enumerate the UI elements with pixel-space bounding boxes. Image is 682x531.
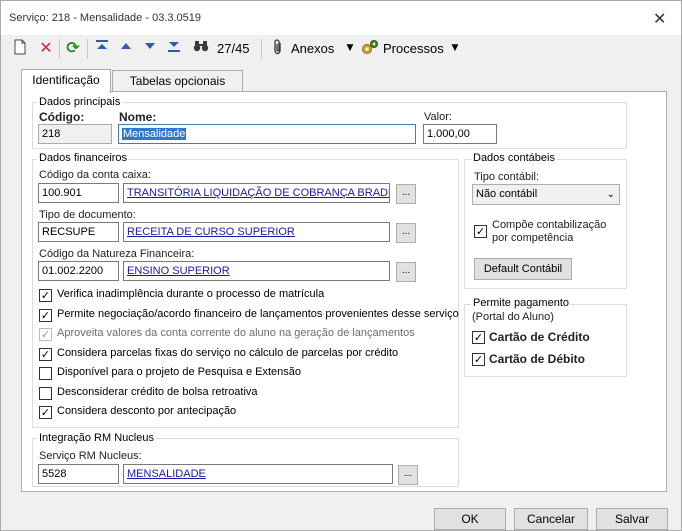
cartao-debito-label: Cartão de Débito [489, 352, 586, 366]
servico-nucleus-label: Serviço RM Nucleus: [39, 450, 142, 462]
check-icon: ✓ [40, 289, 51, 302]
option-checkbox[interactable]: ✓ [39, 289, 52, 302]
permite-pagamento-title: Permite pagamento [471, 297, 571, 309]
codigo-field[interactable]: 218 [38, 124, 112, 144]
option-checkbox[interactable]: ✓ [39, 309, 52, 322]
tipo-doc-desc-field[interactable]: RECEITA DE CURSO SUPERIOR [123, 222, 390, 242]
integracao-title: Integração RM Nucleus [37, 432, 156, 444]
cartao-debito-checkbox[interactable]: ✓ [472, 353, 485, 366]
first-record-icon[interactable] [93, 39, 111, 57]
save-button[interactable]: Salvar [596, 508, 668, 530]
compoe-checkbox[interactable]: ✓ [474, 225, 487, 238]
option-checkbox: ✓ [39, 328, 52, 341]
dados-contabeis-title: Dados contábeis [471, 152, 557, 164]
toolbar-separator [261, 39, 262, 59]
binoculars-icon[interactable] [192, 39, 210, 57]
check-icon: ✓ [40, 406, 51, 419]
title-bar: Serviço: 218 - Mensalidade - 03.3.0519 ✕ [1, 1, 681, 35]
permite-pagamento-subtitle: (Portal do Aluno) [472, 311, 554, 323]
nome-value: Mensalidade [122, 128, 187, 140]
conta-caixa-desc-field[interactable]: TRANSITÓRIA LIQUIDAÇÃO DE COBRANÇA BRADE [123, 183, 390, 203]
option-label: Considera parcelas fixas do serviço no c… [57, 347, 399, 359]
natureza-lookup-button[interactable]: ... [396, 262, 416, 282]
check-icon: ✓ [475, 225, 486, 238]
option-checkbox[interactable]: ✓ [39, 406, 52, 419]
option-label: Considera desconto por antecipação [57, 405, 237, 417]
compoe-label-line1: Compõe contabilização [492, 219, 607, 231]
natureza-desc-field[interactable]: ENSINO SUPERIOR [123, 261, 390, 281]
chevron-down-icon: ⌄ [606, 189, 615, 200]
option-label: Permite negociação/acordo financeiro de … [57, 308, 459, 320]
cartao-credito-label: Cartão de Crédito [489, 330, 590, 344]
tipo-doc-lookup-button[interactable]: ... [396, 223, 416, 243]
valor-field[interactable]: 1.000,00 [423, 124, 497, 144]
nome-label: Nome: [119, 110, 157, 124]
check-icon: ✓ [40, 328, 51, 341]
tipo-contabil-value: Não contábil [476, 188, 538, 200]
servico-nucleus-desc-field[interactable]: MENSALIDADE [123, 464, 393, 484]
check-icon: ✓ [40, 348, 51, 361]
natureza-code-field[interactable]: 01.002.2200 [38, 261, 119, 281]
conta-caixa-label: Código da conta caixa: [39, 169, 151, 181]
option-label: Disponível para o projeto de Pesquisa e … [57, 366, 301, 378]
tab-tabelas-opcionais[interactable]: Tabelas opcionais [112, 70, 243, 92]
cartao-credito-checkbox[interactable]: ✓ [472, 331, 485, 344]
nome-field[interactable]: Mensalidade [118, 124, 416, 144]
last-record-icon[interactable] [165, 39, 183, 57]
identificacao-panel: Dados principais Código: 218 Nome: Mensa… [21, 91, 667, 492]
next-record-icon[interactable] [141, 39, 159, 57]
new-document-icon[interactable] [11, 39, 29, 57]
codigo-label: Código: [39, 110, 85, 124]
option-checkbox[interactable] [39, 387, 52, 400]
check-icon: ✓ [40, 309, 51, 322]
refresh-icon[interactable]: ⟳ [64, 39, 82, 57]
compoe-label-line2: por competência [492, 232, 574, 244]
servico-nucleus-code-field[interactable]: 5528 [38, 464, 119, 484]
conta-caixa-lookup-button[interactable]: ... [396, 184, 416, 204]
gears-icon [361, 39, 379, 57]
servico-nucleus-lookup-button[interactable]: ... [398, 465, 418, 485]
window-title: Serviço: 218 - Mensalidade - 03.3.0519 [9, 12, 202, 24]
paperclip-icon [269, 39, 287, 57]
dados-principais-title: Dados principais [37, 96, 123, 108]
close-icon[interactable]: ✕ [653, 9, 666, 28]
delete-icon[interactable]: ✕ [37, 39, 55, 57]
anexos-dropdown-icon[interactable]: ▼ [341, 39, 359, 57]
toolbar-separator [59, 39, 60, 59]
tipo-doc-label: Tipo de documento: [39, 209, 136, 221]
previous-record-icon[interactable] [117, 39, 135, 57]
check-icon: ✓ [473, 353, 484, 366]
check-icon: ✓ [473, 331, 484, 344]
toolbar: ✕ ⟳ 27/45 Anexos ▼ Processos ▼ [1, 35, 681, 63]
default-contabil-button[interactable]: Default Contábil [474, 258, 572, 280]
record-position: 27/45 [217, 41, 250, 56]
tipo-contabil-label: Tipo contábil: [474, 171, 540, 183]
cancel-button[interactable]: Cancelar [514, 508, 588, 530]
option-label: Aproveita valores da conta corrente do a… [57, 327, 415, 339]
processos-dropdown-icon[interactable]: ▼ [446, 39, 464, 57]
processos-menu[interactable]: Processos [383, 41, 444, 56]
tab-identificacao[interactable]: Identificação [21, 69, 111, 93]
conta-caixa-code-field[interactable]: 100.901 [38, 183, 119, 203]
anexos-menu[interactable]: Anexos [291, 41, 334, 56]
dados-financeiros-title: Dados financeiros [37, 152, 130, 164]
ok-button[interactable]: OK [434, 508, 506, 530]
option-label: Verifica inadimplência durante o process… [57, 288, 325, 300]
natureza-label: Código da Natureza Financeira: [39, 248, 195, 260]
option-checkbox[interactable] [39, 367, 52, 380]
toolbar-separator [87, 39, 88, 59]
option-checkbox[interactable]: ✓ [39, 348, 52, 361]
tipo-doc-code-field[interactable]: RECSUPE [38, 222, 119, 242]
service-dialog: Serviço: 218 - Mensalidade - 03.3.0519 ✕… [0, 0, 682, 531]
tipo-contabil-select[interactable]: Não contábil ⌄ [472, 184, 620, 205]
option-label: Desconsiderar crédito de bolsa retroativ… [57, 386, 258, 398]
valor-label: Valor: [424, 111, 452, 123]
